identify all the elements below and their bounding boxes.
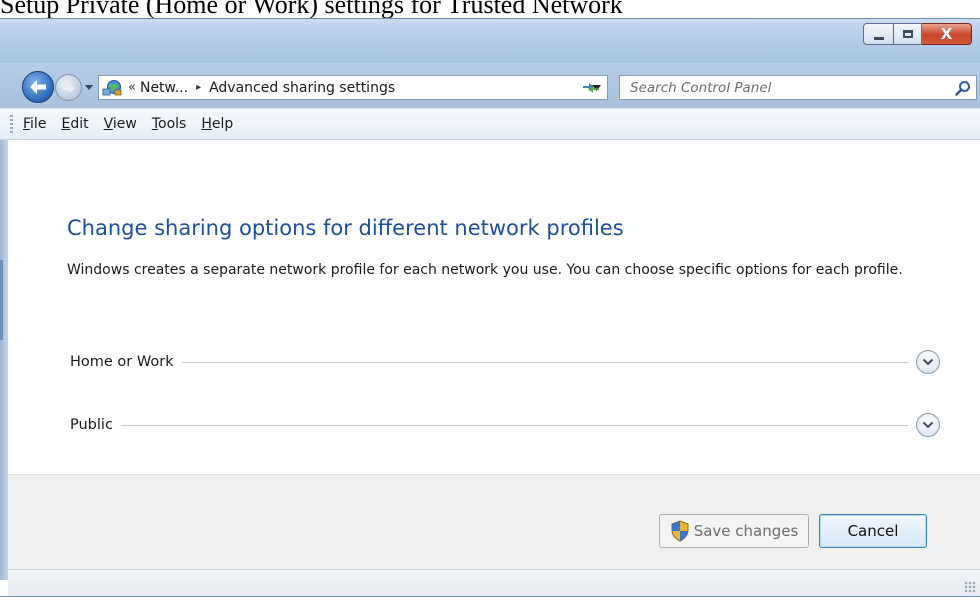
close-button[interactable]: X	[922, 23, 972, 45]
window-frame-left	[0, 140, 8, 580]
refresh-icon	[583, 82, 599, 93]
close-icon: X	[940, 24, 953, 43]
menu-tools[interactable]: Tools	[152, 116, 187, 132]
navigation-bar: « Netw... ▸ Advanced sharing settings	[0, 63, 980, 108]
recent-pages-dropdown-icon[interactable]	[84, 82, 94, 92]
breadcrumb-network[interactable]: Netw...	[140, 80, 188, 96]
expand-button[interactable]	[916, 350, 940, 374]
menu-file[interactable]: File	[23, 116, 46, 132]
divider	[181, 361, 908, 363]
expand-button[interactable]	[916, 413, 940, 437]
profile-label: Public	[70, 417, 113, 433]
chevron-down-icon	[922, 358, 934, 366]
window-controls: X	[863, 23, 972, 45]
figure-caption: Setup Private (Home or Work) settings fo…	[0, 0, 623, 19]
cancel-button[interactable]: Cancel	[819, 514, 927, 548]
save-changes-label: Save changes	[693, 522, 799, 540]
maximize-icon	[902, 30, 913, 38]
breadcrumb-separator-icon[interactable]: ▸	[196, 82, 201, 93]
chevron-down-icon	[922, 421, 934, 429]
title-bar[interactable]: X	[0, 19, 980, 63]
minimize-icon	[873, 36, 884, 40]
profile-public[interactable]: Public	[70, 411, 940, 439]
search-button[interactable]	[952, 77, 974, 99]
page-title: Change sharing options for different net…	[67, 216, 624, 240]
profile-home-or-work[interactable]: Home or Work	[70, 348, 940, 376]
address-overflow-chevron[interactable]: «	[128, 80, 136, 95]
profile-label: Home or Work	[70, 354, 174, 370]
search-box[interactable]	[619, 75, 977, 100]
maximize-button[interactable]	[894, 23, 922, 45]
breadcrumb-advanced-sharing[interactable]: Advanced sharing settings	[209, 80, 395, 96]
content-pane: Change sharing options for different net…	[8, 140, 980, 474]
menu-view[interactable]: View	[104, 116, 137, 132]
menu-help[interactable]: Help	[201, 116, 233, 132]
button-bar: Save changes Cancel	[8, 474, 980, 570]
resize-grip-icon[interactable]	[964, 581, 976, 593]
back-arrow-icon	[30, 80, 46, 94]
minimize-button[interactable]	[863, 23, 894, 45]
search-icon	[955, 80, 970, 96]
address-bar[interactable]: « Netw... ▸ Advanced sharing settings	[98, 75, 608, 100]
forward-arrow-icon	[62, 82, 75, 93]
menu-edit[interactable]: Edit	[61, 116, 88, 132]
status-bar	[8, 569, 980, 597]
save-changes-button[interactable]: Save changes	[659, 514, 809, 548]
menu-grip[interactable]	[10, 115, 13, 133]
forward-button[interactable]	[55, 74, 82, 101]
refresh-button[interactable]	[575, 75, 607, 100]
cancel-label: Cancel	[847, 522, 899, 540]
divider	[120, 424, 908, 426]
uac-shield-icon	[671, 520, 689, 542]
network-and-sharing-icon	[102, 79, 122, 95]
back-button[interactable]	[22, 71, 54, 103]
explorer-window: X « Netw... ▸ Advanced sharing settings …	[0, 18, 980, 597]
page-description: Windows creates a separate network profi…	[67, 262, 903, 278]
search-input[interactable]	[620, 76, 952, 99]
menu-bar: File Edit View Tools Help	[0, 108, 980, 140]
